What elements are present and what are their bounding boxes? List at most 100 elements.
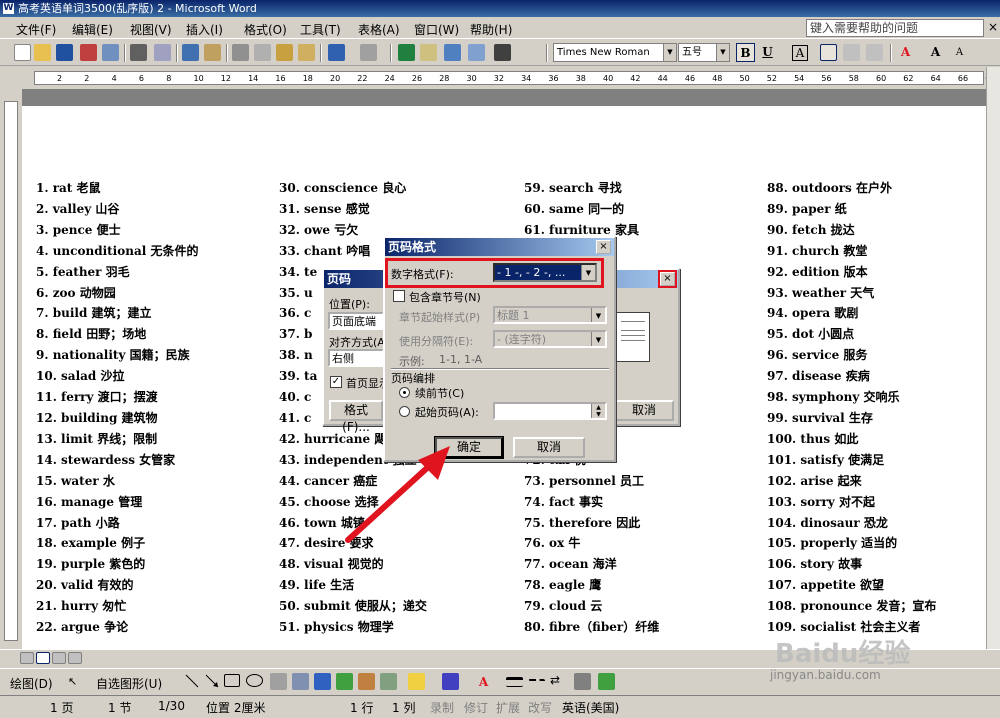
oval-icon[interactable] [246,674,263,687]
menu-edit[interactable]: 编辑(E) [68,20,117,39]
research-icon[interactable] [204,44,221,61]
grow-font-icon[interactable]: A [926,43,945,62]
print-icon[interactable] [130,44,147,61]
close-doc-icon[interactable]: × [988,20,998,34]
bold-button[interactable]: B [736,43,755,62]
print-view-icon[interactable] [52,652,66,664]
start-at-input[interactable]: ▲ ▼ [493,402,607,420]
textbox-icon[interactable] [270,673,287,690]
ruler-tick-label: 22 [357,74,368,83]
new-doc-icon[interactable] [14,44,31,61]
font-color-icon[interactable]: A [474,673,493,692]
underline-button[interactable]: U [758,43,777,62]
font-size-combo[interactable]: 五号 ▼ [678,43,730,62]
vertical-ruler[interactable] [0,89,22,649]
web-view-icon[interactable] [36,652,50,664]
save-icon[interactable] [56,44,73,61]
align-left-icon[interactable] [820,44,837,61]
clipart-icon[interactable] [358,673,375,690]
font-color-icon[interactable]: A [896,43,915,62]
status-extend[interactable]: 扩展 [496,699,520,716]
arrow-style-icon[interactable]: ⇄ [550,673,567,690]
vertical-scrollbar[interactable] [986,67,1000,649]
dash-style-icon[interactable] [528,679,545,689]
show-first-page-checkbox[interactable]: ✓ [330,376,342,388]
columns-icon[interactable] [494,44,511,61]
close-icon[interactable]: × [596,240,611,254]
word-entry: 22. argue 争论 [36,620,129,635]
vertical-textbox-icon[interactable] [292,673,309,690]
status-overtype[interactable]: 改写 [528,699,552,716]
chevron-down-icon[interactable]: ▼ [716,44,729,61]
page-numbers-cancel-button[interactable]: 取消 [614,400,674,421]
format-button[interactable]: 格式(F)... [329,400,383,434]
autoshapes-menu[interactable]: 自选图形(U) [96,675,162,692]
hyperlink-icon[interactable] [398,44,415,61]
format-cancel-button[interactable]: 取消 [513,437,585,458]
format-painter-icon[interactable] [298,44,315,61]
separator-select[interactable]: - (连字符) ▼ [493,330,607,348]
rectangle-icon[interactable] [224,674,240,687]
open-icon[interactable] [34,44,51,61]
chapter-style-select[interactable]: 标题 1 ▼ [493,306,607,324]
shadow-icon[interactable] [574,673,591,690]
spellcheck-icon[interactable] [182,44,199,61]
chevron-down-icon[interactable]: ▼ [581,265,595,280]
include-chapter-checkbox[interactable] [393,290,405,302]
cut-icon[interactable] [232,44,249,61]
align-right-icon[interactable] [866,44,883,61]
continue-radio[interactable] [399,387,410,398]
alignment-select[interactable]: 右侧 [328,349,384,367]
outline-view-icon[interactable] [68,652,82,664]
draw-menu[interactable]: 绘图(D) [10,675,53,692]
shrink-font-icon[interactable]: A [950,43,969,62]
position-select[interactable]: 页面底端 [328,312,384,330]
menu-view[interactable]: 视图(V) [126,20,176,39]
menu-tools[interactable]: 工具(T) [296,20,345,39]
menu-file[interactable]: 文件(F) [12,20,60,39]
status-track[interactable]: 修订 [464,699,488,716]
number-format-select[interactable]: - 1 -, - 2 -, ... ▼ [493,263,597,282]
chevron-down-icon[interactable]: ▼ [591,308,605,322]
close-icon[interactable]: × [658,270,677,288]
insert-table-icon[interactable] [444,44,461,61]
menu-help[interactable]: 帮助(H) [466,20,516,39]
insert-excel-icon[interactable] [468,44,485,61]
menu-table[interactable]: 表格(A) [354,20,404,39]
print-preview-icon[interactable] [154,44,171,61]
permission-icon[interactable] [80,44,97,61]
redo-icon[interactable] [360,44,377,61]
menu-insert[interactable]: 插入(I) [182,20,227,39]
picture-icon[interactable] [380,673,397,690]
char-border-button[interactable]: A [792,45,808,61]
start-at-radio[interactable] [399,406,410,417]
font-name-combo[interactable]: Times New Roman ▼ [553,43,677,62]
horizontal-ruler[interactable]: 2 2 4 6 8 10 12 14 16 18 20 22 24 26 28 30 32 34 36 38 40 42 4… [0,67,1000,89]
menu-window[interactable]: 窗口(W) [410,20,463,39]
undo-icon[interactable] [328,44,345,61]
spinner-icon[interactable]: ▲ ▼ [591,404,605,418]
arrow-icon[interactable] [204,673,220,690]
normal-view-icon[interactable] [20,652,34,664]
help-search-input[interactable]: 键入需要帮助的问题 [806,19,984,37]
email-icon[interactable] [102,44,119,61]
line-color-icon[interactable] [442,673,459,690]
select-objects-icon[interactable]: ↖ [68,675,77,688]
word-entry: 15. water 水 [36,473,115,488]
paste-icon[interactable] [276,44,293,61]
fill-color-icon[interactable] [408,673,425,690]
chevron-down-icon[interactable]: ▼ [663,44,676,61]
align-center-icon[interactable] [843,44,860,61]
ruler-tick-label: 26 [411,74,423,83]
menu-format[interactable]: 格式(O) [240,20,291,39]
wordart-icon[interactable] [314,673,331,690]
tables-borders-icon[interactable] [420,44,437,61]
3d-icon[interactable] [598,673,615,690]
copy-icon[interactable] [254,44,271,61]
status-record[interactable]: 录制 [430,699,454,716]
line-icon[interactable] [184,673,200,690]
line-style-icon[interactable] [506,677,523,687]
status-page: 1 页 [50,701,74,715]
chevron-down-icon[interactable]: ▼ [591,332,605,346]
diagram-icon[interactable] [336,673,353,690]
